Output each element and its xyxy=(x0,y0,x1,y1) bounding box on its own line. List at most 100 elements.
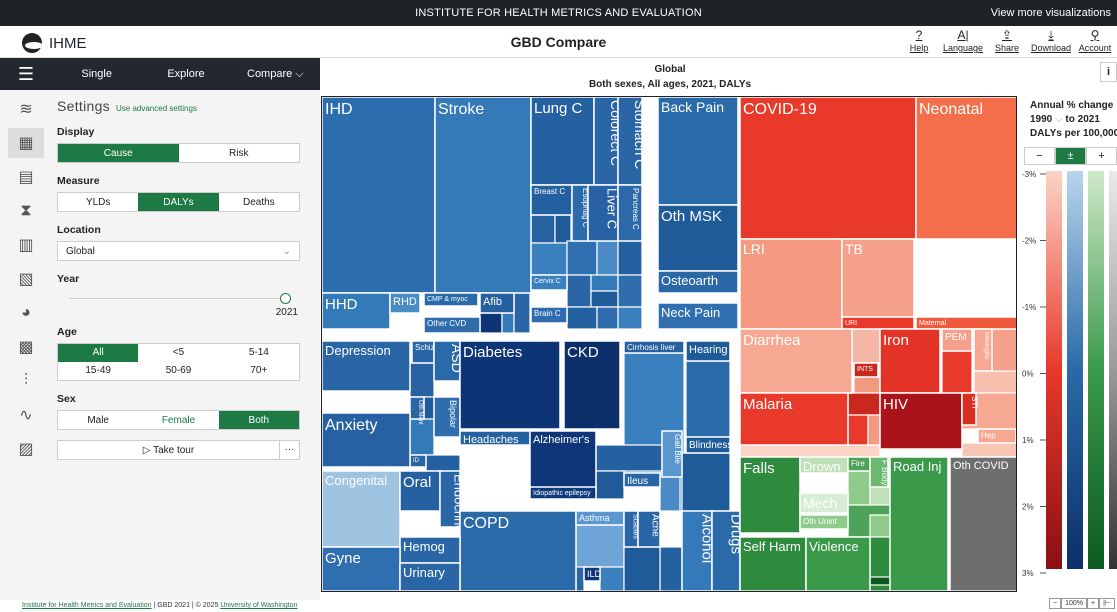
help-button[interactable]: ? Help xyxy=(897,28,941,53)
zoom-out-button[interactable]: − xyxy=(1048,598,1062,609)
sex-female-button[interactable]: Female xyxy=(138,411,218,429)
treemap-cell-alzheimer-s[interactable]: Alzheimer's xyxy=(529,430,597,492)
treemap-cell-afib[interactable]: Afib xyxy=(479,292,515,314)
treemap-cell-minor[interactable] xyxy=(566,274,592,308)
treemap-cell-acne[interactable]: Acne xyxy=(637,510,661,548)
info-icon[interactable]: i xyxy=(1100,62,1117,82)
legend-both-button[interactable]: ± xyxy=(1055,147,1086,165)
treemap-cell-minor[interactable] xyxy=(566,306,598,330)
treemap-cell-minor[interactable] xyxy=(991,328,1016,372)
heatmap-icon[interactable]: ▨ xyxy=(8,434,44,464)
treemap-cell-lung-c[interactable]: Lung C xyxy=(530,97,595,186)
age-70plus-button[interactable]: 70+ xyxy=(219,362,299,380)
treemap-cell-diabetes[interactable]: Diabetes xyxy=(459,340,561,430)
treemap-cell-blindness[interactable]: Blindness xyxy=(685,436,732,454)
treemap-cell-back-pain[interactable]: Back Pain xyxy=(657,97,739,206)
treemap-cell-congenital[interactable]: Congenital xyxy=(322,470,401,548)
treemap-cell-falls[interactable]: Falls xyxy=(739,456,801,534)
treemap-cell-road-inj[interactable]: Road Inj xyxy=(889,456,949,591)
treemap-cell-stroke[interactable]: Stroke xyxy=(434,97,532,294)
treemap-cell-hearing[interactable]: Hearing xyxy=(685,340,731,362)
share-button[interactable]: ⇪ Share xyxy=(985,28,1029,53)
treemap-cell-hemog[interactable]: Hemog xyxy=(399,536,461,564)
treemap-cell-esophag-c[interactable]: Esophag C xyxy=(571,184,590,242)
year-slider-handle[interactable] xyxy=(280,293,291,304)
treemap-cell-uri[interactable]: URI xyxy=(841,316,915,330)
treemap-cell-minor[interactable] xyxy=(847,470,871,506)
treemap-cell-hep[interactable]: Hep xyxy=(977,428,1016,444)
sex-male-button[interactable]: Male xyxy=(58,411,138,429)
treemap-cell-minor[interactable] xyxy=(530,214,556,244)
treemap-cell-minor[interactable] xyxy=(869,576,891,586)
language-button[interactable]: A| Language xyxy=(941,28,985,53)
treemap-cell-minor[interactable] xyxy=(596,240,619,276)
treemap-cell-stomach-c[interactable]: Stomach C xyxy=(617,97,648,186)
treemap-cell-minor[interactable] xyxy=(530,242,568,276)
treemap-cell-minor[interactable] xyxy=(566,240,598,276)
treemap-cell-cirrhosis-liver[interactable]: Cirrhosis liver xyxy=(623,340,685,354)
view-more-visualizations-link[interactable]: View more visualizations xyxy=(991,7,1111,19)
treemap-cell-id[interactable]: ID xyxy=(409,454,427,468)
year-slider[interactable]: 2021 xyxy=(57,290,300,320)
tab-single[interactable]: Single xyxy=(52,58,141,90)
stacked-bar-icon[interactable]: ▤ xyxy=(8,162,44,192)
treemap-cell-drown[interactable]: Drown xyxy=(799,456,849,474)
age-5-14-button[interactable]: 5-14 xyxy=(219,344,299,362)
treemap-cell-hiv[interactable]: HIV xyxy=(879,392,963,450)
treemap-cell-osteoarth[interactable]: Osteoarth xyxy=(657,270,739,294)
pie-icon[interactable]: ◕ xyxy=(8,298,44,328)
tab-compare[interactable]: Compare ⌵ xyxy=(231,58,320,90)
table-icon[interactable]: ▩ xyxy=(8,332,44,362)
hamburger-menu-icon[interactable]: ☰ xyxy=(0,58,52,90)
treemap-cell-minor[interactable] xyxy=(595,470,625,500)
treemap-cell-minor[interactable] xyxy=(659,546,683,591)
treemap-cell-minor[interactable] xyxy=(425,454,461,472)
treemap-cell-headaches[interactable]: Headaches xyxy=(459,430,531,446)
pyramid-icon[interactable]: ▧ xyxy=(8,264,44,294)
treemap-cell-schiz[interactable]: Schiz xyxy=(411,340,435,364)
treemap-cell-anxiety[interactable]: Anxiety xyxy=(322,412,411,468)
treemap-cell-minor[interactable] xyxy=(575,524,625,568)
treemap-cell-ileus[interactable]: Ileus xyxy=(623,472,661,488)
treemap-cell-neonatal[interactable]: Neonatal xyxy=(915,97,1016,240)
treemap-cell-hhd[interactable]: HHD xyxy=(322,292,391,330)
treemap-cell-minor[interactable] xyxy=(847,414,869,446)
treemap-cell-cmp-myoc[interactable]: CMP & myoc xyxy=(423,292,479,307)
legend-decrease-button[interactable]: − xyxy=(1024,147,1055,165)
trend-icon[interactable]: ∿ xyxy=(8,400,44,430)
treemap-cell-violence[interactable]: Violence xyxy=(805,536,871,591)
measure-dalys-button[interactable]: DALYs xyxy=(138,193,219,211)
treemap-cell-malaria[interactable]: Malaria xyxy=(739,392,849,446)
treemap-cell-ckd[interactable]: CKD xyxy=(563,340,621,430)
treemap-cell-minor[interactable] xyxy=(501,312,515,334)
treemap-cell-minor[interactable] xyxy=(590,274,619,292)
treemap-cell-minor[interactable] xyxy=(659,472,681,512)
measure-ylds-button[interactable]: YLDs xyxy=(58,193,138,211)
treemap-icon[interactable]: ▦ xyxy=(8,128,44,158)
treemap-cell-covid-19[interactable]: COVID-19 xyxy=(739,97,917,240)
treemap-cell-minor[interactable] xyxy=(409,362,435,398)
treemap-cell-other-cvd[interactable]: Other CVD xyxy=(423,316,481,334)
ihme-link[interactable]: Institute for Health Metrics and Evaluat… xyxy=(22,602,152,609)
treemap-cell-minor[interactable] xyxy=(513,292,531,334)
treemap-cell-fire[interactable]: Fire xyxy=(847,456,871,472)
treemap-cell-mech[interactable]: Mech xyxy=(799,492,849,514)
treemap-cell-breast-c[interactable]: Breast C xyxy=(530,184,573,216)
treemap-cell-liver-c[interactable]: Liver C xyxy=(587,184,620,242)
treemap-cell-minor[interactable] xyxy=(853,376,881,394)
treemap-cell-sti[interactable]: STI xyxy=(961,392,979,426)
legend-increase-button[interactable]: + xyxy=(1086,147,1117,165)
more-options-button[interactable]: ··· xyxy=(280,440,300,460)
treemap-cell-pem[interactable]: PEM xyxy=(941,328,973,352)
bar-chart-icon[interactable]: ▥ xyxy=(8,230,44,260)
treemap-cell-gyne[interactable]: Gyne xyxy=(322,546,401,591)
treemap-cell-minor[interactable] xyxy=(851,328,881,364)
treemap-cell-maternal[interactable]: Maternal xyxy=(915,316,1016,330)
treemap-cell-minor[interactable] xyxy=(681,452,731,512)
treemap-cell-oth-covid[interactable]: Oth COVID xyxy=(949,456,1016,591)
treemap-cell-iron[interactable]: Iron xyxy=(879,328,941,394)
display-risk-button[interactable]: Risk xyxy=(179,144,300,162)
legend-to-year[interactable]: 2021 xyxy=(1078,114,1100,125)
age-all-button[interactable]: All xyxy=(58,344,139,362)
treemap-cell-minor[interactable] xyxy=(575,566,585,591)
